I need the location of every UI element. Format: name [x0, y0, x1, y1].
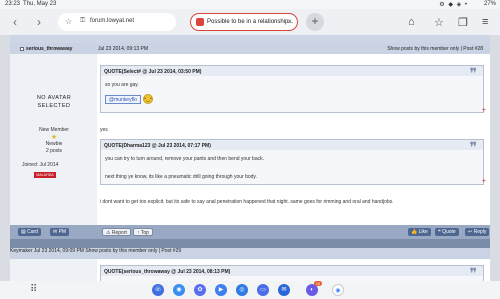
taskbar: ⠿ ☏ ◉ ✿ ▶ ◎ ▭ ✉ ◐ 10 ◉	[0, 281, 500, 299]
card-button[interactable]: ▤ Card	[18, 228, 41, 236]
lock-icon: ⚿	[80, 17, 86, 24]
pm-button[interactable]: ✉ PM	[50, 228, 70, 236]
tabs-icon[interactable]: ❐	[458, 16, 468, 29]
quote-label: Quote	[442, 229, 456, 235]
country-flag: MALAYSIA	[34, 172, 56, 178]
expand-plus-icon[interactable]: +	[482, 107, 486, 114]
menu-icon[interactable]: ≡	[482, 16, 488, 28]
bookmarks-icon[interactable]: ☆	[434, 16, 444, 29]
messages-app-icon[interactable]: ◉	[173, 284, 185, 296]
quote-text: so you are gay.	[105, 82, 139, 88]
post-separator	[10, 239, 490, 248]
gallery-app-icon[interactable]: ▭	[257, 284, 269, 296]
active-tab[interactable]: Possible to be in a relationship... ×	[190, 13, 298, 31]
new-tab-button[interactable]: +	[306, 13, 324, 31]
user-group: Newbie	[45, 141, 63, 147]
expand-plus-icon[interactable]: +	[482, 178, 486, 185]
post-date: Jul 23 2014, 09:13 PM	[98, 46, 149, 52]
rank-star-icon: ★	[50, 134, 58, 141]
bookmark-star-icon[interactable]: ☆	[65, 17, 72, 26]
camera-app-icon[interactable]: ◎	[236, 284, 248, 296]
top-button[interactable]: ↑ Top	[133, 228, 153, 236]
report-label: Report	[111, 230, 127, 236]
post-author[interactable]: Keymaker	[10, 248, 33, 254]
browser-toolbar: ‹ › ☆ ⚿ forum.lowyat.net Possible to be …	[0, 9, 500, 35]
report-button[interactable]: ⚠ Report	[102, 228, 131, 236]
quote-block: QUOTE(Select# @ Jul 23 2014, 03:50 PM) ❞…	[100, 65, 484, 113]
post-date: Jul 23 2014, 09:09 PM	[33, 248, 84, 254]
card-label: Card	[27, 229, 38, 235]
avatar-line-1: NO AVATAR	[36, 95, 72, 101]
show-posts-link[interactable]: Show posts by this member only | Post #2…	[387, 46, 483, 52]
smiley-icon: •‿•	[143, 94, 153, 104]
quote-header: QUOTE(Select# @ Jul 23 2014, 03:50 PM)	[101, 66, 483, 76]
contacts-app-icon[interactable]: ✿	[194, 284, 206, 296]
email-app-icon[interactable]: ✉	[278, 284, 290, 296]
quote-header: QUOTE(Dharma123 @ Jul 23 2014, 07:17 PM)	[101, 140, 483, 150]
post-count: 2 posts	[45, 148, 63, 154]
chrome-app-icon[interactable]: ◉	[332, 284, 344, 296]
quote-icon: ❞	[469, 66, 477, 82]
pm-label: PM	[58, 229, 67, 235]
reply-label: Reply	[473, 229, 487, 235]
post-marker-icon	[20, 46, 24, 51]
status-date: Thu, May 23	[23, 1, 57, 7]
battery-level: 27%	[483, 1, 496, 7]
status-icons: ⚙ ◆ ◈ •	[439, 2, 468, 8]
address-bar[interactable]: ☆ ⚿ forum.lowyat.net	[58, 13, 176, 31]
post-header: serious_throwaway Jul 23 2014, 09:13 PM …	[10, 43, 490, 54]
quote-text: next thing ye know, its like a pneumatic…	[105, 174, 257, 180]
status-time: 23:23	[5, 1, 21, 7]
quote-button[interactable]: ❝ Quote	[435, 228, 459, 236]
top-label: Top	[140, 230, 149, 236]
show-posts-link[interactable]: Show posts by this member only | Post #2…	[85, 248, 181, 254]
quote-header: QUOTE(serious_throwaway @ Jul 23 2014, 0…	[101, 266, 483, 276]
home-icon[interactable]: ⌂	[408, 16, 415, 28]
quote-icon: ❞	[469, 140, 477, 156]
avatar: NO AVATAR SELECTED	[34, 94, 74, 110]
user-rank: New Member ★ Newbie 2 posts	[28, 127, 80, 155]
store-app-icon[interactable]: ▶	[215, 284, 227, 296]
web-content: serious_throwaway Jul 23 2014, 09:13 PM …	[10, 35, 490, 281]
reply-button[interactable]: ↩ Reply	[465, 228, 490, 236]
quote-text: you can try to turn around, remove your …	[105, 156, 264, 162]
like-label: Like	[418, 229, 428, 235]
status-bar: 23:23 Thu, May 23 ⚙ ◆ ◈ • 27%	[0, 0, 500, 9]
quote-icon: ❞	[469, 266, 477, 281]
site-favicon-icon	[196, 18, 204, 26]
phone-app-icon[interactable]: ☏	[152, 284, 164, 296]
previous-post-bottom	[10, 35, 490, 43]
back-icon[interactable]: ‹	[8, 15, 22, 29]
app-drawer-icon[interactable]: ⠿	[30, 284, 37, 295]
post-text: i dont want to get too explicit. but its…	[100, 199, 394, 205]
user-info-panel	[10, 259, 97, 281]
post-author[interactable]: serious_throwaway	[26, 46, 72, 52]
post-header: Keymaker Jul 23 2014, 09:09 PM Show post…	[10, 248, 490, 259]
url-text: forum.lowyat.net	[90, 18, 135, 24]
forward-icon[interactable]: ›	[32, 15, 46, 29]
post-footer: ▤ Card ✉ PM ⚠ Report ↑ Top 👍 Like ❝ Quot…	[10, 225, 490, 239]
user-mention[interactable]: @munkeyflo	[105, 95, 141, 104]
rank-title: New Member	[39, 127, 69, 133]
quote-block: QUOTE(Dharma123 @ Jul 23 2014, 07:17 PM)…	[100, 139, 484, 185]
close-tab-icon[interactable]: ×	[287, 17, 292, 26]
tab-title: Possible to be in a relationship...	[207, 18, 294, 25]
join-date: Joined: Jul 2014	[22, 162, 59, 168]
user-info-panel: NO AVATAR SELECTED New Member ★ Newbie 2…	[10, 54, 97, 225]
notification-badge: 10	[314, 281, 322, 286]
post-text: yes	[100, 127, 108, 133]
avatar-line-2: SELECTED	[37, 103, 71, 109]
like-button[interactable]: 👍 Like	[408, 228, 431, 236]
quote-block: QUOTE(serious_throwaway @ Jul 23 2014, 0…	[100, 265, 484, 281]
